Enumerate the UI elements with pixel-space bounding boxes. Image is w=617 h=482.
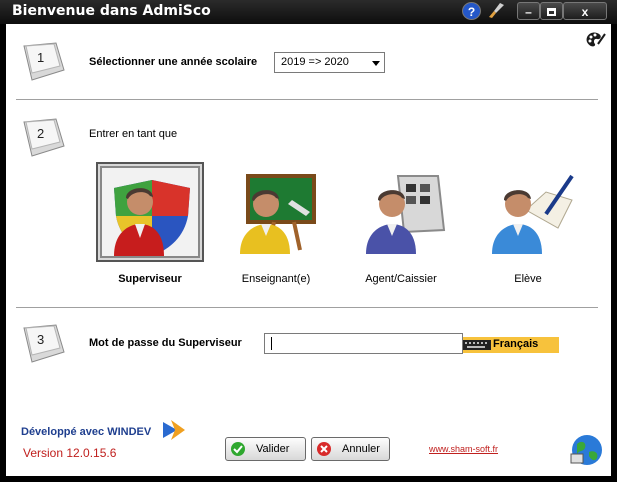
chevron-down-icon[interactable] xyxy=(372,61,380,66)
globe-icon xyxy=(570,435,602,465)
cancel-label: Annuler xyxy=(342,443,380,455)
check-icon xyxy=(231,442,245,456)
separator xyxy=(16,99,598,101)
keyboard-language-label: Français xyxy=(493,338,539,350)
help-icon[interactable]: ? xyxy=(462,2,481,20)
school-year-select[interactable]: 2019 => 2020 xyxy=(274,52,385,73)
maximize-icon xyxy=(547,8,556,16)
minimize-icon: – xyxy=(525,5,532,19)
login-as-label: Entrer en tant que xyxy=(89,128,178,140)
validate-label: Valider xyxy=(256,443,290,455)
step-1-number: 1 xyxy=(37,50,44,65)
keyboard-language-indicator[interactable]: Français xyxy=(463,337,559,353)
agent-icon xyxy=(366,175,446,254)
close-icon: x xyxy=(581,5,589,19)
step-1-key-icon: 1 xyxy=(23,42,65,81)
keyboard-icon xyxy=(463,340,491,350)
window-title: Bienvenue dans AdmiSco xyxy=(12,3,211,19)
cancel-button[interactable]: Annuler xyxy=(311,437,390,461)
version-text: Version 12.0.15.6 xyxy=(23,446,117,460)
minimize-button[interactable]: – xyxy=(517,2,540,20)
role-agent-label[interactable]: Agent/Caissier xyxy=(341,273,461,285)
welcome-panel: 1 Sélectionner une année scolaire 2019 =… xyxy=(6,24,611,476)
cancel-icon xyxy=(317,442,331,456)
developed-with-text: Développé avec WINDEV xyxy=(21,426,152,438)
windev-logo-icon xyxy=(163,420,185,440)
palette-icon[interactable] xyxy=(584,30,606,50)
student-icon xyxy=(492,174,574,254)
role-supervisor-option[interactable] xyxy=(96,162,204,262)
password-label: Mot de passe du Superviseur xyxy=(89,337,242,349)
title-bar[interactable]: Bienvenue dans AdmiSco ? – x xyxy=(0,0,617,24)
role-supervisor-label[interactable]: Superviseur xyxy=(90,273,210,285)
school-year-value: 2019 => 2020 xyxy=(281,56,349,68)
website-link[interactable]: www.sham-soft.fr xyxy=(429,444,498,454)
year-label: Sélectionner une année scolaire xyxy=(89,56,258,68)
validate-button[interactable]: Valider xyxy=(225,437,306,461)
step-2-key-icon: 2 xyxy=(23,118,65,157)
separator xyxy=(16,307,598,309)
step-3-key-icon: 3 xyxy=(23,324,65,363)
step-2-number: 2 xyxy=(37,126,44,141)
role-agent-option[interactable] xyxy=(352,162,460,262)
close-button[interactable]: x xyxy=(563,2,607,20)
role-teacher-label[interactable]: Enseignant(e) xyxy=(216,273,336,285)
password-input[interactable] xyxy=(264,333,463,354)
maximize-button[interactable] xyxy=(540,2,563,20)
role-teacher-option[interactable] xyxy=(226,162,334,262)
supervisor-icon xyxy=(114,180,190,256)
role-student-option[interactable] xyxy=(478,162,586,262)
text-caret xyxy=(271,337,272,350)
main-window: Bienvenue dans AdmiSco ? – x 1 Sélection… xyxy=(0,0,617,482)
brush-icon[interactable] xyxy=(486,2,506,20)
teacher-icon xyxy=(240,174,316,254)
role-student-label[interactable]: Elève xyxy=(468,273,588,285)
step-3-number: 3 xyxy=(37,332,44,347)
